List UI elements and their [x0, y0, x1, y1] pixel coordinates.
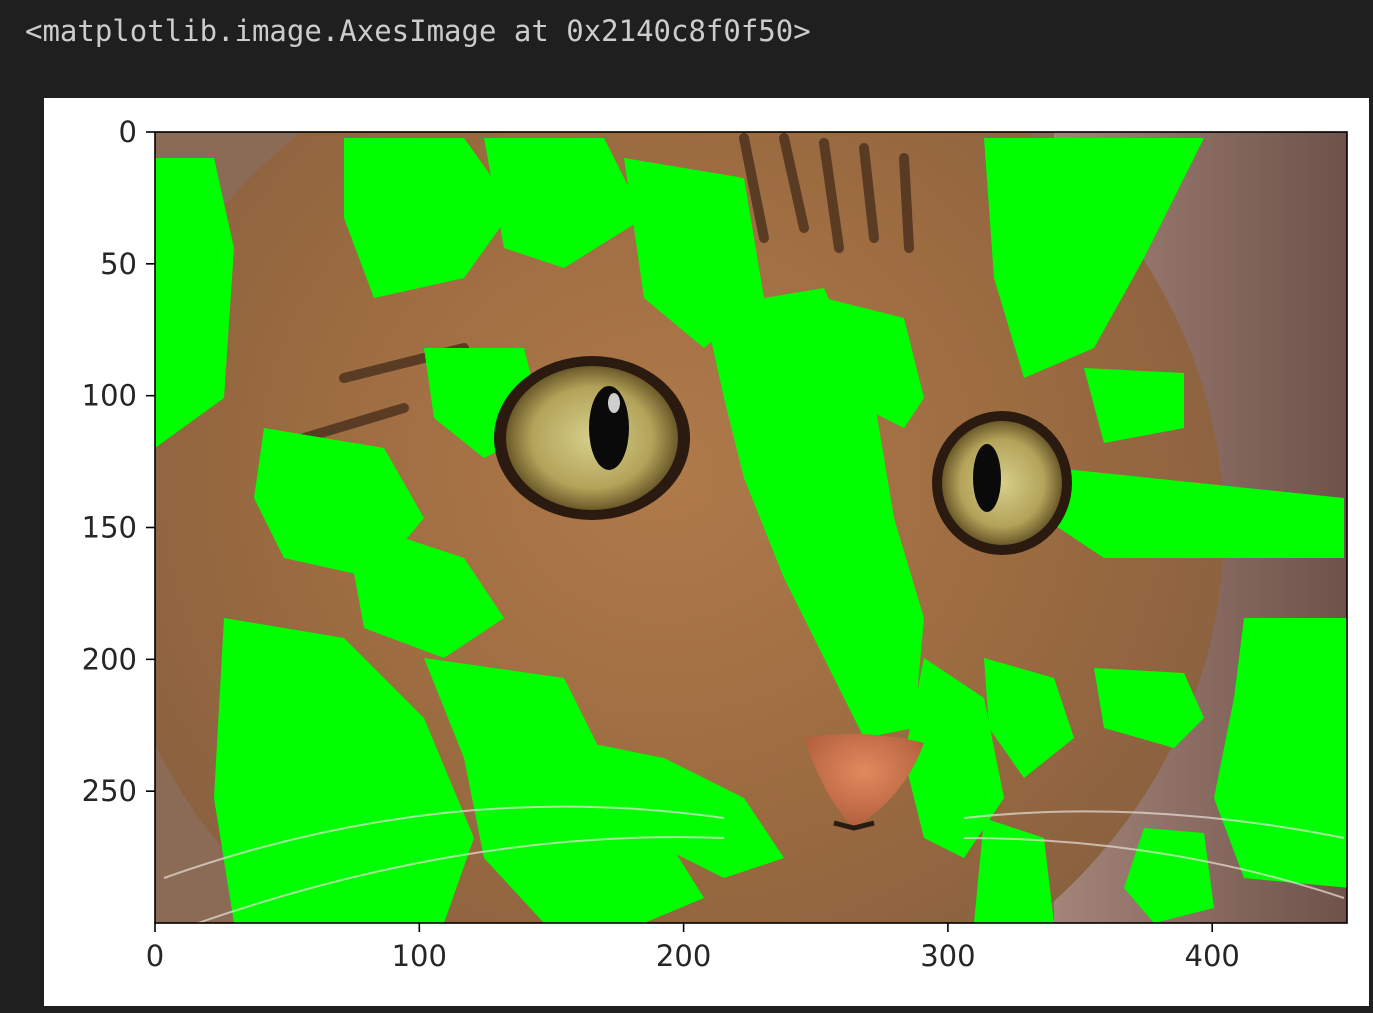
x-axis: 0 100 200 300 400: [146, 923, 1240, 973]
y-tick-label: 250: [82, 774, 137, 808]
image-plot: 0 100 200 300 400 0 50 100 150 200 250: [82, 115, 1348, 973]
x-tick-label: 100: [392, 939, 447, 973]
x-tick-label: 400: [1185, 939, 1240, 973]
cat-right-eye: [932, 411, 1072, 555]
axesimage-repr-text: <matplotlib.image.AxesImage at 0x2140c8f…: [25, 14, 811, 48]
cat-left-eye: [494, 356, 690, 520]
cat-image: [155, 132, 1347, 923]
notebook-output-cell: <matplotlib.image.AxesImage at 0x2140c8f…: [0, 0, 1373, 1013]
x-tick-label: 0: [146, 939, 164, 973]
y-tick-label: 100: [82, 379, 137, 413]
y-tick-label: 200: [82, 642, 137, 676]
y-tick-label: 150: [82, 511, 137, 545]
y-tick-label: 50: [100, 247, 137, 281]
x-tick-label: 200: [656, 939, 711, 973]
x-tick-label: 300: [920, 939, 975, 973]
y-tick-label: 0: [119, 115, 137, 149]
y-axis: 0 50 100 150 200 250: [82, 115, 155, 808]
matplotlib-figure: 0 100 200 300 400 0 50 100 150 200 250: [44, 98, 1369, 1006]
